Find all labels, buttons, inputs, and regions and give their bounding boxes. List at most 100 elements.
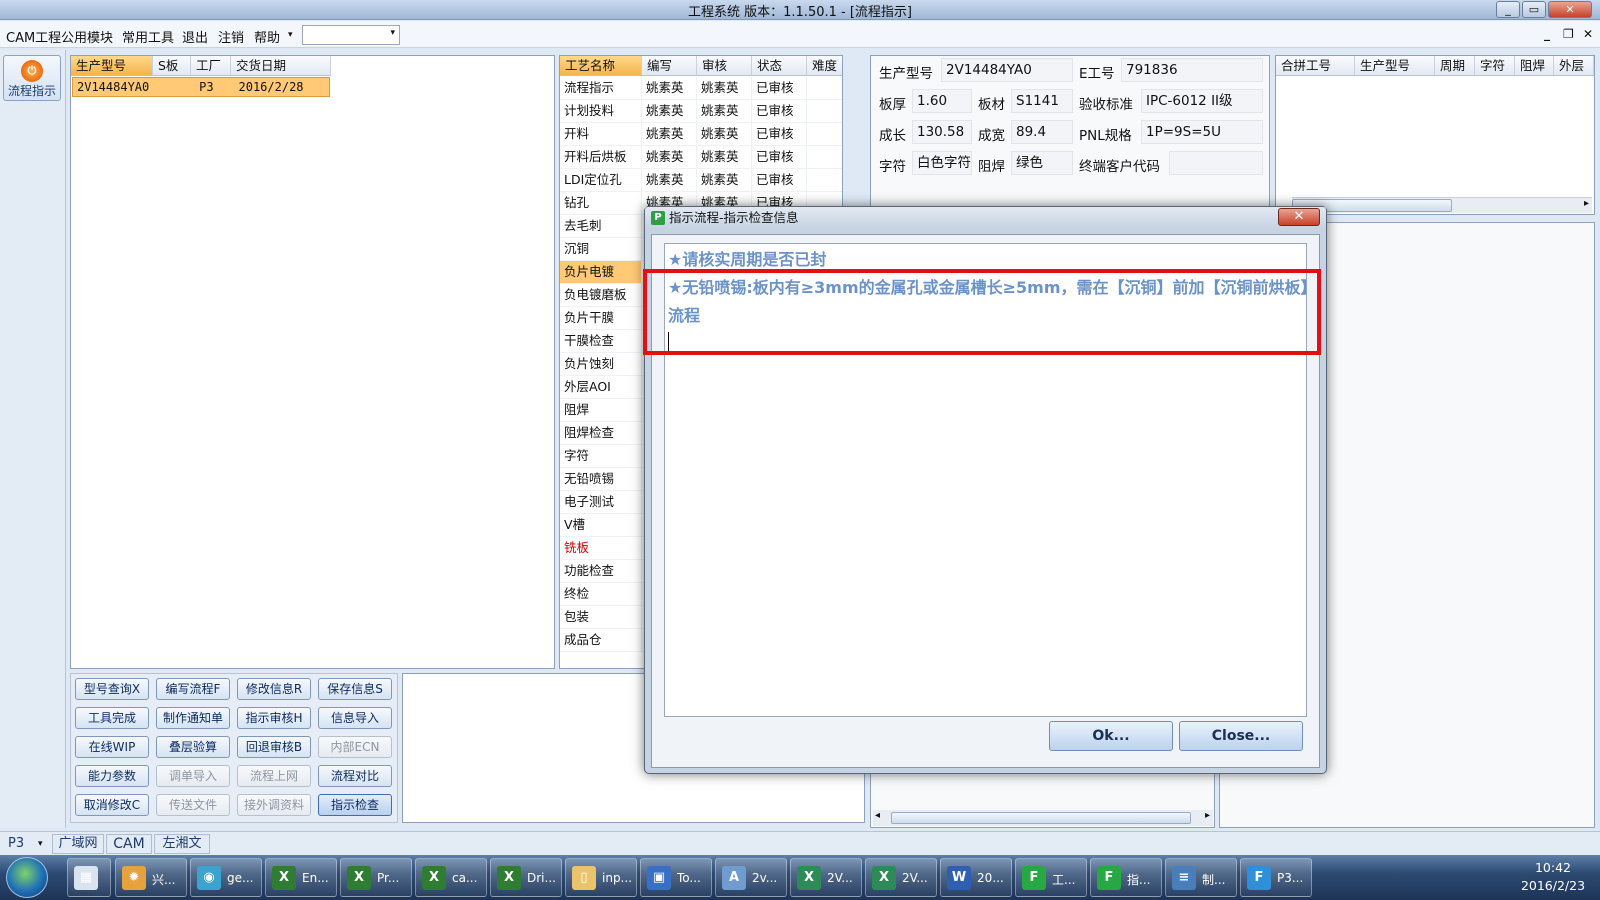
scroll-left-icon[interactable]: ◂ (875, 810, 880, 821)
taskbar-app-16[interactable]: F P3... (1240, 858, 1312, 897)
start-button[interactable] (6, 857, 48, 898)
dialog-close-button[interactable]: ✕ (1278, 208, 1320, 226)
factory-selector[interactable]: P3 (8, 836, 24, 851)
message-textarea[interactable]: ★请核实周期是否已封 ★无铅喷锡:板内有≥3mm的金属孔或金属槽长≥5mm，需在… (643, 243, 1321, 717)
action-button-0-3[interactable]: 保存信息S (318, 678, 392, 700)
mdi-close-button[interactable]: ✕ (1583, 27, 1593, 41)
menu-logout[interactable]: 注销 (218, 27, 244, 46)
col-s-board[interactable]: S板 (153, 56, 191, 75)
action-button-0-1[interactable]: 编写流程F (156, 678, 230, 700)
col-outer[interactable]: 外层 (1554, 56, 1594, 75)
taskbar-app-3[interactable]: X En... (265, 858, 337, 897)
action-button-0-2[interactable]: 修改信息R (237, 678, 311, 700)
close-button[interactable]: ✕ (1548, 1, 1592, 18)
action-button-4-3[interactable]: 指示检查 (318, 794, 392, 816)
clock-time[interactable]: 10:42 (1510, 860, 1596, 875)
col-difficulty[interactable]: 难度 (807, 56, 842, 75)
length-field[interactable]: 130.58 (912, 120, 972, 144)
close-dialog-button[interactable]: Close... (1179, 721, 1303, 751)
action-button-2-1[interactable]: 叠层验算 (156, 736, 230, 758)
table-row[interactable]: 计划投料 姚素英 姚素英 已审核 (560, 100, 842, 123)
menu-common-module[interactable]: 公用模块 (61, 27, 113, 46)
eno-field[interactable]: 791836 (1121, 58, 1263, 82)
table-row[interactable]: 2V14484YA0 P3 2016/2/28 (72, 77, 330, 97)
lower-scrollbar[interactable]: ◂ ▸ (873, 810, 1213, 826)
factory-dropdown-icon[interactable]: ▾ (38, 839, 43, 849)
maximize-button[interactable]: ▭ (1522, 1, 1546, 18)
mdi-restore-button[interactable]: ❐ (1563, 27, 1574, 41)
taskbar-app-11[interactable]: X 2V... (865, 858, 937, 897)
taskbar-app-6[interactable]: X Dri... (490, 858, 562, 897)
action-button-4-0[interactable]: 取消修改C (75, 794, 149, 816)
taskbar-app-8[interactable]: ▣ To... (640, 858, 712, 897)
action-button-1-0[interactable]: 工具完成 (75, 707, 149, 729)
width-field[interactable]: 89.4 (1011, 120, 1073, 144)
col-soldermask[interactable]: 阻焊 (1515, 56, 1554, 75)
scrollbar-thumb[interactable] (891, 812, 1191, 824)
taskbar-app-10[interactable]: X 2V... (790, 858, 862, 897)
taskbar-app-14[interactable]: F 指... (1090, 858, 1162, 897)
combo-arrow-icon[interactable]: ▾ (390, 28, 395, 38)
pnl-field[interactable]: 1P=9S=5U (1141, 120, 1263, 144)
action-button-1-3[interactable]: 信息导入 (318, 707, 392, 729)
taskbar-app-13[interactable]: F 工... (1015, 858, 1087, 897)
scroll-right-icon[interactable]: ▸ (1584, 198, 1589, 209)
col-period[interactable]: 周期 (1435, 56, 1475, 75)
action-button-4-2[interactable]: 接外调资料 (237, 794, 311, 816)
action-button-3-0[interactable]: 能力参数 (75, 765, 149, 787)
taskbar-app-7[interactable]: ▯ inp... (565, 858, 637, 897)
action-button-1-1[interactable]: 制作通知单 (156, 707, 230, 729)
menu-help[interactable]: 帮助 (254, 27, 280, 46)
clock-date[interactable]: 2016/2/23 (1510, 878, 1596, 893)
material-field[interactable]: S1141 (1011, 89, 1073, 113)
action-button-3-3[interactable]: 流程对比 (318, 765, 392, 787)
action-button-2-0[interactable]: 在线WIP (75, 736, 149, 758)
menu-tools[interactable]: 常用工具 (122, 27, 174, 46)
standard-field[interactable]: IPC-6012 II级 (1141, 89, 1263, 113)
thickness-field[interactable]: 1.60 (912, 89, 972, 113)
action-button-2-2[interactable]: 回退审核B (237, 736, 311, 758)
model-field[interactable]: 2V14484YA0 (941, 58, 1073, 82)
col-merge-no[interactable]: 合拼工号 (1276, 56, 1355, 75)
minimize-button[interactable]: _ (1496, 1, 1520, 18)
taskbar-app-0[interactable]: ▦ (67, 858, 111, 897)
flow-indicator-button[interactable]: ⏻ 流程指示 (3, 55, 61, 101)
col-delivery-date[interactable]: 交货日期 (231, 56, 331, 75)
scroll-right-icon[interactable]: ▸ (1205, 810, 1210, 821)
taskbar-app-12[interactable]: W 20... (940, 858, 1012, 897)
col-auditor[interactable]: 审核 (697, 56, 752, 75)
action-button-3-2[interactable]: 流程上网 (237, 765, 311, 787)
taskbar-app-9[interactable]: A 2v... (715, 858, 787, 897)
taskbar-app-1[interactable]: ✹ 兴... (115, 858, 187, 897)
mdi-minimize-button[interactable]: _ (1544, 27, 1550, 41)
menu-cam[interactable]: CAM工程 (6, 27, 61, 46)
help-dropdown-icon[interactable]: ▾ (288, 30, 293, 40)
col-merge-model[interactable]: 生产型号 (1355, 56, 1435, 75)
menu-combo[interactable]: ▾ (302, 25, 400, 45)
customer-code-field[interactable] (1169, 151, 1263, 175)
action-button-3-1[interactable]: 调单导入 (156, 765, 230, 787)
col-status[interactable]: 状态 (752, 56, 807, 75)
merge-scrollbar[interactable]: ▸ (1292, 197, 1592, 213)
table-row[interactable]: 开料后烘板 姚素英 姚素英 已审核 (560, 146, 842, 169)
character-field[interactable]: 白色字符 (912, 151, 972, 175)
col-writer[interactable]: 编写 (642, 56, 697, 75)
soldermask-field[interactable]: 绿色 (1011, 151, 1073, 175)
action-button-2-3[interactable]: 内部ECN (318, 736, 392, 758)
table-row[interactable]: 开料 姚素英 姚素英 已审核 (560, 123, 842, 146)
table-row[interactable]: LDI定位孔 姚素英 姚素英 已审核 (560, 169, 842, 192)
taskbar-app-15[interactable]: ≡ 制... (1165, 858, 1237, 897)
taskbar-app-4[interactable]: X Pr... (340, 858, 412, 897)
table-row[interactable]: 流程指示 姚素英 姚素英 已审核 (560, 77, 842, 100)
action-button-4-1[interactable]: 传送文件 (156, 794, 230, 816)
col-factory[interactable]: 工厂 (191, 56, 231, 75)
col-character[interactable]: 字符 (1475, 56, 1515, 75)
taskbar-app-5[interactable]: Xca... (415, 858, 487, 897)
action-button-1-2[interactable]: 指示审核H (237, 707, 311, 729)
action-button-0-0[interactable]: 型号查询X (75, 678, 149, 700)
col-process-name[interactable]: 工艺名称 (560, 56, 642, 75)
menu-exit[interactable]: 退出 (182, 27, 208, 46)
taskbar-app-2[interactable]: ◉ ge... (190, 858, 262, 897)
ok-button[interactable]: Ok... (1049, 721, 1173, 751)
col-model[interactable]: 生产型号 (71, 56, 153, 75)
